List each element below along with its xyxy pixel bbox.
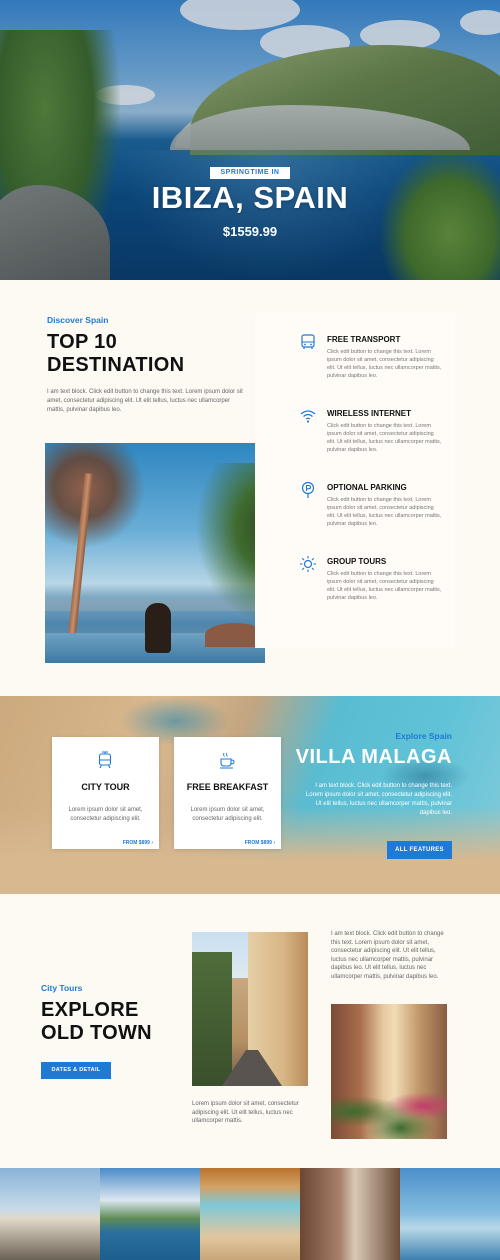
parking-icon: [299, 481, 317, 499]
card-price-link[interactable]: FROM $899 ›: [245, 840, 275, 846]
villa-text: I am text block. Click edit button to ch…: [305, 783, 452, 816]
feature-text: Click edit button to change this text. L…: [327, 497, 442, 527]
hero-title: IBIZA, SPAIN: [151, 180, 349, 215]
discover-title: TOP 10 DESTINATION: [47, 331, 184, 377]
free-breakfast-card[interactable]: FREE BREAKFAST Lorem ipsum dolor sit ame…: [174, 737, 281, 849]
villa-label: Explore Spain: [395, 731, 452, 741]
coffee-icon: [219, 751, 235, 769]
feature-title: WIRELESS INTERNET: [327, 409, 412, 418]
tram-icon: [97, 751, 113, 769]
old-town-title-line1: EXPLORE: [41, 999, 139, 1021]
discover-text: I am text block. Click edit button to ch…: [47, 389, 243, 413]
discover-label: Discover Spain: [47, 315, 109, 325]
hero-price: $1559.99: [222, 224, 278, 239]
feature-title: FREE TRANSPORT: [327, 335, 401, 344]
old-town-title: EXPLORE OLD TOWN: [41, 999, 152, 1045]
alley-photo: [331, 1004, 447, 1139]
card-text: Lorem ipsum dolor sit amet, consectetur …: [68, 807, 143, 822]
wifi-icon: [299, 407, 317, 425]
villa-title: VILLA MALAGA: [295, 746, 452, 768]
gallery-image[interactable]: [200, 1168, 300, 1260]
old-town-side-text: I am text block. Click edit button to ch…: [331, 931, 444, 980]
gallery-image[interactable]: [400, 1168, 500, 1260]
discover-title-line2: DESTINATION: [47, 354, 185, 376]
hero-banner: SPRINGTIME IN IBIZA, SPAIN $1559.99: [0, 0, 500, 280]
feature-text: Click edit button to change this text. L…: [327, 349, 442, 379]
gallery-image[interactable]: [0, 1168, 100, 1260]
feature-text: Click edit button to change this text. L…: [327, 423, 442, 453]
all-features-button[interactable]: ALL FEATURES: [387, 841, 452, 859]
gallery-strip: [0, 1168, 500, 1260]
infinity-pool-photo: [45, 443, 265, 663]
city-tour-card[interactable]: CITY TOUR Lorem ipsum dolor sit amet, co…: [52, 737, 159, 849]
gallery-image[interactable]: [100, 1168, 200, 1260]
discover-title-line1: TOP 10: [47, 331, 117, 353]
dates-detail-button[interactable]: DATES & DETAIL: [41, 1062, 111, 1079]
feature-title: OPTIONAL PARKING: [327, 483, 407, 492]
feature-title: GROUP TOURS: [327, 557, 387, 566]
bus-icon: [299, 333, 317, 351]
card-title: FREE BREAKFAST: [186, 782, 269, 792]
feature-text: Click edit button to change this text. L…: [327, 571, 442, 601]
old-town-bottom-text: Lorem ipsum dolor sit amet, consectetur …: [192, 1101, 299, 1124]
features-card: FREE TRANSPORT Click edit button to chan…: [255, 313, 455, 648]
old-town-label: City Tours: [41, 983, 83, 993]
gallery-image[interactable]: [300, 1168, 400, 1260]
hero-badge: SPRINGTIME IN: [210, 167, 290, 179]
card-text: Lorem ipsum dolor sit amet, consectetur …: [190, 807, 265, 822]
sun-icon: [299, 555, 317, 573]
villa-malaga-section: CITY TOUR Lorem ipsum dolor sit amet, co…: [0, 696, 500, 894]
old-town-title-line2: OLD TOWN: [41, 1022, 152, 1044]
card-title: CITY TOUR: [81, 782, 130, 792]
street-photo: [192, 932, 308, 1086]
card-price-link[interactable]: FROM $899 ›: [123, 840, 153, 846]
